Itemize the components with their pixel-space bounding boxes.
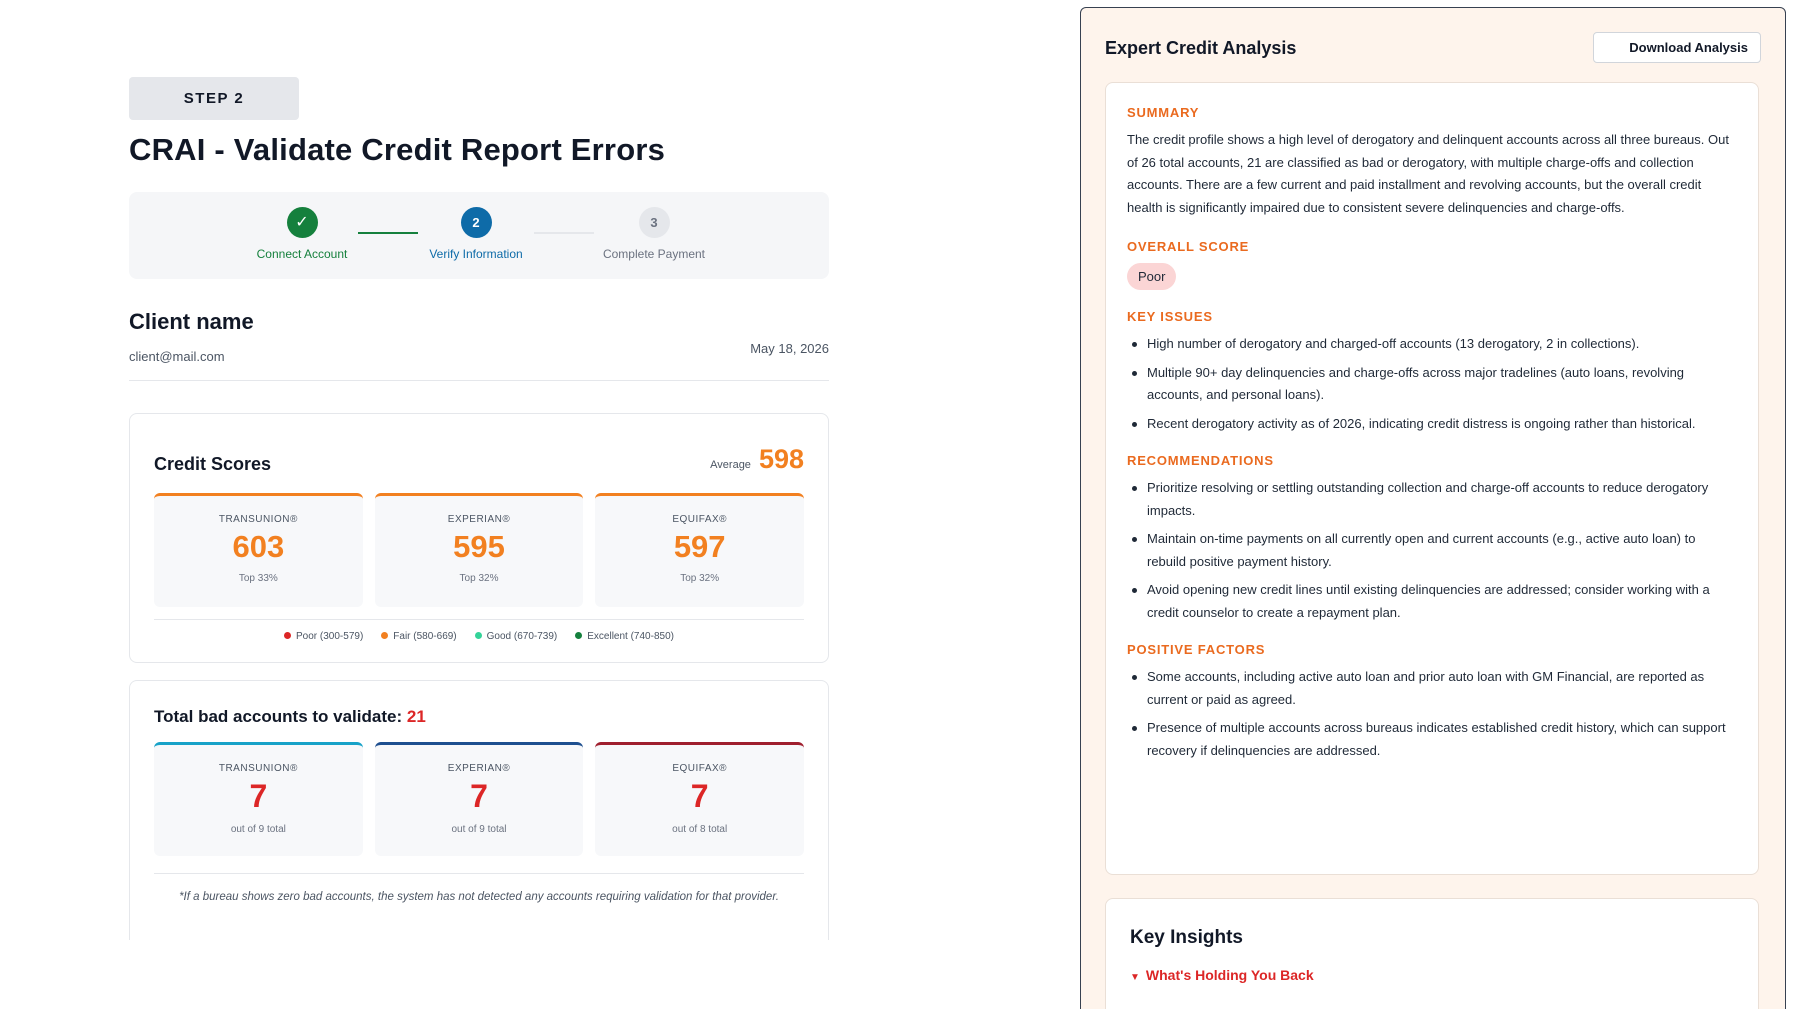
average-score: Average 598 [710, 444, 804, 475]
expert-analysis-panel[interactable]: Expert Credit Analysis Download Analysis… [1080, 7, 1786, 1009]
score-transunion: TRANSUNION® 603 Top 33% [154, 493, 363, 607]
total-count: out of 9 total [230, 824, 286, 835]
list-item: Avoid opening new credit lines until exi… [1127, 579, 1737, 624]
bureau-rank: Top 32% [680, 573, 720, 584]
bureau-name: EQUIFAX® [672, 514, 728, 525]
step-complete-payment[interactable]: 3 Complete Payment [584, 207, 724, 261]
total-count: out of 8 total [672, 824, 728, 835]
progress-stepper: ✓ Connect Account 2 Verify Information 3… [129, 192, 829, 279]
client-info: Client name client@mail.com May 18, 2026 [129, 309, 829, 381]
bad-accounts-card: Total bad accounts to validate: 21 TRANS… [129, 680, 829, 940]
step-number: 3 [638, 207, 670, 238]
step-verify-information[interactable]: 2 Verify Information [406, 207, 546, 261]
green-dot-icon [575, 632, 583, 639]
bureau-rank: Top 33% [238, 573, 278, 584]
bureau-name: EXPERIAN® [447, 514, 511, 525]
analysis-card: SUMMARY The credit profile shows a high … [1105, 82, 1759, 875]
bad-equifax: EQUIFAX® 7 out of 8 total [595, 742, 805, 856]
recommendations-list: Prioritize resolving or settling outstan… [1127, 477, 1737, 624]
key-insights-title: Key Insights [1130, 927, 1243, 948]
legend-item-fair: Fair (580-669) [381, 631, 457, 642]
list-item: Maintain on-time payments on all current… [1127, 528, 1737, 573]
legend-item-excellent: Excellent (740-850) [575, 631, 674, 642]
red-dot-icon [284, 632, 292, 639]
key-insights-card: Key Insights ▼ What's Holding You Back [1105, 898, 1759, 1009]
step-badge: STEP 2 [129, 77, 299, 120]
page: STEP 2 CRAI - Validate Credit Report Err… [0, 0, 1797, 1009]
bad-accounts-count: 21 [406, 707, 426, 726]
average-label: Average [710, 459, 751, 471]
step-connect-account[interactable]: ✓ Connect Account [232, 207, 372, 261]
step-label: Verify Information [429, 247, 523, 261]
score-legend: Poor (300-579) Fair (580-669) Good (670-… [154, 619, 804, 642]
overall-score-title: OVERALL SCORE [1127, 239, 1250, 254]
bad-experian: EXPERIAN® 7 out of 9 total [374, 742, 584, 856]
bad-accounts-note: *If a bureau shows zero bad accounts, th… [154, 873, 804, 908]
positive-factors-list: Some accounts, including active auto loa… [1127, 666, 1737, 762]
bad-transunion: TRANSUNION® 7 out of 9 total [154, 742, 363, 856]
step-label: Complete Payment [602, 247, 706, 261]
panel-title: Expert Credit Analysis [1105, 38, 1297, 58]
holding-back-toggle[interactable]: ▼ What's Holding You Back [1130, 967, 1734, 983]
client-name: Client name [129, 309, 254, 334]
list-item: Prioritize resolving or settling outstan… [1127, 477, 1737, 522]
bureau-name: EXPERIAN® [447, 763, 511, 774]
teal-dot-icon [474, 632, 482, 639]
key-issues-list: High number of derogatory and charged-of… [1127, 333, 1737, 435]
bureau-rank: Top 32% [459, 573, 499, 584]
total-count: out of 9 total [451, 824, 507, 835]
holding-back-label: What's Holding You Back [1145, 967, 1314, 983]
list-item: Some accounts, including active auto loa… [1127, 666, 1737, 711]
bureau-score: 595 [453, 529, 505, 564]
list-item: Presence of multiple accounts across bur… [1127, 717, 1737, 762]
orange-dot-icon [381, 632, 389, 639]
credit-scores-title: Credit Scores [154, 454, 272, 474]
report-date: May 18, 2026 [750, 341, 829, 356]
bureau-name: EQUIFAX® [672, 763, 728, 774]
legend-item-good: Good (670-739) [474, 631, 557, 642]
legend-item-poor: Poor (300-579) [284, 631, 363, 642]
recommendations-title: RECOMMENDATIONS [1127, 453, 1274, 468]
score-experian: EXPERIAN® 595 Top 32% [374, 493, 584, 607]
step-label: Connect Account [256, 247, 348, 261]
overall-score-badge: Poor [1127, 263, 1177, 290]
check-icon: ✓ [286, 207, 318, 238]
positive-factors-title: POSITIVE FACTORS [1127, 642, 1266, 657]
bad-count: 7 [470, 778, 488, 814]
step-number: 2 [460, 207, 492, 238]
bad-count: 7 [249, 778, 268, 814]
list-item: Recent derogatory activity as of 2026, i… [1127, 413, 1737, 436]
triangle-down-icon: ▼ [1130, 972, 1140, 983]
key-issues-title: KEY ISSUES [1127, 309, 1213, 324]
summary-text: The credit profile shows a high level of… [1127, 132, 1729, 215]
client-email: client@mail.com [129, 349, 225, 364]
bad-count: 7 [690, 778, 709, 814]
list-item: Multiple 90+ day delinquencies and charg… [1127, 362, 1737, 407]
bureau-score: 603 [232, 529, 285, 564]
bad-accounts-title: Total bad accounts to validate: 21 [154, 707, 426, 726]
bureau-name: TRANSUNION® [218, 763, 298, 774]
bureau-score: 597 [673, 529, 726, 564]
credit-scores-card: Credit Scores Average 598 TRANSUNION® 60… [129, 413, 829, 663]
list-item: High number of derogatory and charged-of… [1127, 333, 1737, 356]
average-value: 598 [758, 444, 804, 474]
main-content: STEP 2 CRAI - Validate Credit Report Err… [129, 77, 829, 940]
score-equifax: EQUIFAX® 597 Top 32% [595, 493, 805, 607]
summary-title: SUMMARY [1127, 105, 1200, 120]
download-analysis-button[interactable]: Download Analysis [1593, 32, 1761, 63]
page-title: CRAI - Validate Credit Report Errors [129, 132, 666, 167]
bureau-name: TRANSUNION® [218, 514, 298, 525]
